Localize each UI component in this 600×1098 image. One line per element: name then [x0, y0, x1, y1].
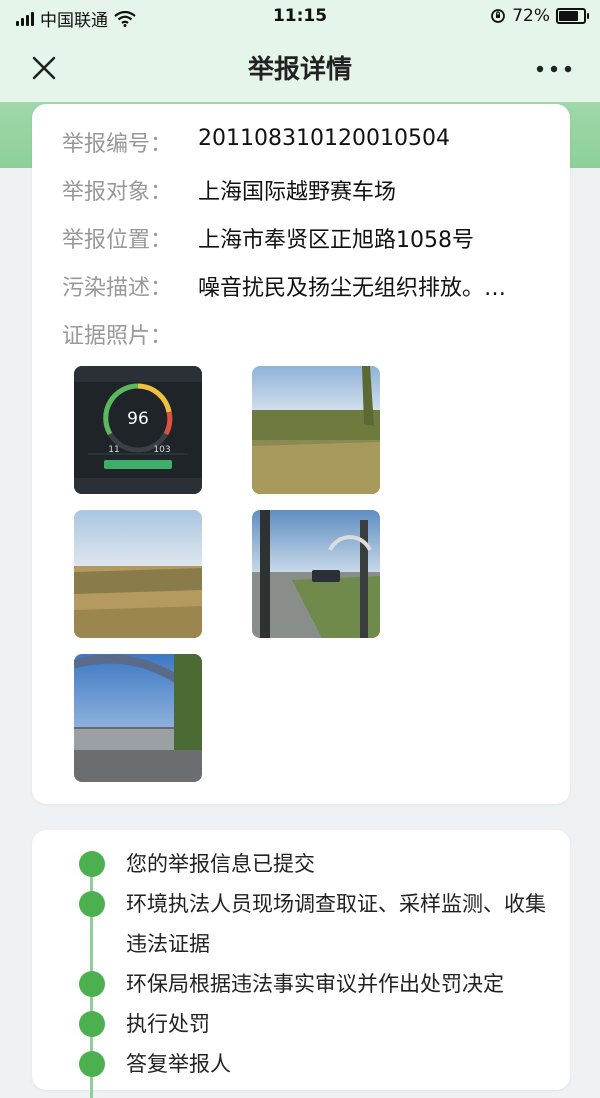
step-dot-icon [79, 891, 105, 917]
more-button[interactable] [532, 54, 576, 84]
field-value: 上海市奉贤区正旭路1058号 [198, 228, 474, 253]
noise-min: 11 [108, 445, 119, 455]
field-label: 举报位置： [62, 228, 173, 253]
field-label: 污染描述： [62, 276, 173, 301]
noise-meter-image: 96 11 103 [74, 366, 202, 494]
step-dot-icon [79, 1011, 105, 1037]
step-text: 您的举报信息已提交 [126, 852, 315, 876]
evidence-photo-5[interactable] [74, 654, 202, 782]
evidence-photo-2[interactable] [252, 366, 380, 494]
progress-timeline-card: 您的举报信息已提交 环境执法人员现场调查取证、采样监测、收集违法证据 环保局根据… [32, 830, 570, 1098]
title-bar: 举报详情 [0, 34, 600, 102]
noise-max: 103 [153, 445, 170, 455]
step-text: 环保局根据违法事实审议并作出处罚决定 [126, 972, 504, 996]
step-text: 环境执法人员现场调查取证、采样监测、收集违法证据 [126, 892, 546, 956]
field-label: 举报编号： [62, 132, 173, 157]
field-value: 上海国际越野赛车场 [198, 180, 397, 205]
entrance-arch-image [74, 654, 202, 782]
evidence-photo-3[interactable] [74, 510, 202, 638]
report-details-card: 举报编号： 201108310120010504 举报对象： 上海国际越野赛车场… [32, 104, 570, 804]
field-image [252, 366, 380, 494]
noise-reading: 96 [127, 409, 149, 429]
field-label: 举报对象： [62, 180, 173, 205]
step-text: 执行处罚 [126, 1012, 210, 1036]
battery-percent: 72% [512, 6, 550, 26]
evidence-photo-1[interactable]: 96 11 103 [74, 366, 202, 494]
step-text: 答复举报人 [126, 1052, 231, 1076]
field-report-target: 举报对象： 上海国际越野赛车场 [62, 174, 550, 210]
field-report-id: 举报编号： 201108310120010504 [62, 126, 550, 162]
field-value: 噪音扰民及扬尘无组织排放。… [198, 276, 507, 301]
field-label: 证据照片： [62, 324, 173, 349]
status-right: 72% [490, 6, 589, 26]
step-dot-icon [79, 851, 105, 877]
field-report-location: 举报位置： 上海市奉贤区正旭路1058号 [62, 222, 550, 258]
field-pollution-description[interactable]: 污染描述： 噪音扰民及扬尘无组织排放。… [62, 270, 550, 306]
step-dot-icon [79, 971, 105, 997]
battery-icon [556, 8, 589, 24]
gate-image [252, 510, 380, 638]
more-dots-icon [536, 65, 572, 73]
status-bar: 中国联通 11:15 72% [0, 0, 600, 34]
field-value: 201108310120010504 [198, 126, 450, 151]
page-title: 举报详情 [247, 55, 352, 85]
orientation-lock-icon [491, 9, 506, 23]
step-dot-icon [79, 1051, 105, 1077]
field-image [74, 510, 202, 638]
field-evidence-photos: 证据照片： [62, 318, 550, 354]
evidence-photo-4[interactable] [252, 510, 380, 638]
